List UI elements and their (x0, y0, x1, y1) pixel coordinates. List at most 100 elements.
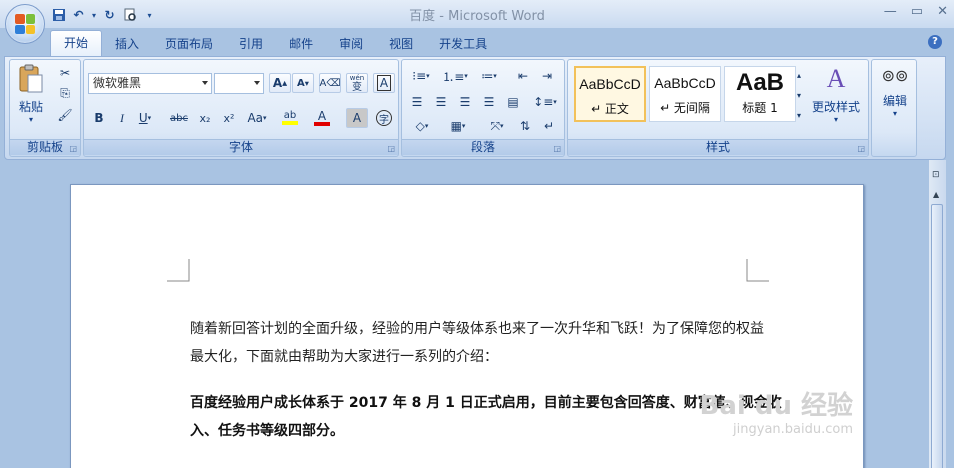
tab-view[interactable]: 视图 (376, 32, 426, 56)
shrink-font-button[interactable]: A ▾ (292, 73, 314, 93)
maximize-icon[interactable]: ▭ (911, 4, 923, 19)
align-center-icon[interactable]: ☰ (430, 92, 452, 112)
tab-references[interactable]: 引用 (226, 32, 276, 56)
font-launcher-icon[interactable]: ◲ (387, 144, 395, 153)
strikethrough-button[interactable]: abc (168, 108, 190, 128)
font-color-bar (314, 122, 330, 126)
styles-scroll-up-icon[interactable]: ▴ (792, 66, 806, 84)
align-right-icon[interactable]: ☰ (454, 92, 476, 112)
office-logo-icon (15, 14, 35, 34)
close-icon[interactable]: ✕ (937, 4, 948, 19)
line-spacing-icon[interactable]: ↕≡ ▾ (530, 92, 560, 112)
style-heading-1-name: 标题 1 (742, 101, 778, 115)
style-normal[interactable]: AaBbCcD ↵ 正文 (574, 66, 646, 122)
tab-developer[interactable]: 开发工具 (426, 32, 500, 56)
paragraph-line: 随着新回答计划的全面升级，经验的用户等级体系也来了一次升华和飞跃！为了保障您的权… (190, 321, 764, 337)
tab-mailings[interactable]: 邮件 (276, 32, 326, 56)
decrease-indent-icon[interactable]: ⇤ (512, 66, 534, 86)
redo-icon[interactable]: ↻ (101, 7, 118, 24)
style-no-spacing-sample: AaBbCcD (654, 75, 716, 91)
superscript-label: x² (223, 111, 235, 125)
underline-button[interactable]: U ▾ (134, 108, 156, 128)
style-heading-1[interactable]: AaB 标题 1 (724, 66, 796, 122)
change-case-button[interactable]: Aa ▾ (242, 108, 272, 128)
font-size-dropdown[interactable] (214, 73, 264, 94)
align-left-icon[interactable]: ☰ (406, 92, 428, 112)
scroll-thumb[interactable] (931, 204, 943, 468)
ruler-toggle-icon[interactable]: ⊡ (932, 170, 943, 182)
window-controls: — ▭ ✕ (884, 4, 948, 19)
paste-button[interactable]: 粘贴 ▾ (14, 63, 48, 124)
character-shading-button[interactable]: A (346, 108, 368, 128)
subscript-button[interactable]: x₂ (194, 108, 216, 128)
clipboard-launcher-icon[interactable]: ◲ (69, 144, 77, 153)
help-icon[interactable]: ? (928, 35, 942, 49)
format-painter-icon[interactable]: 🖌 (54, 105, 76, 125)
styles-scroll-down-icon[interactable]: ▾ (792, 86, 806, 104)
font-name-dropdown[interactable]: 微软雅黑 (88, 73, 212, 94)
customize-qat-icon[interactable]: ▾ (141, 7, 158, 24)
justify-icon[interactable]: ☰ (478, 92, 500, 112)
show-marks-icon[interactable]: ↵ (538, 116, 560, 136)
styles-launcher-icon[interactable]: ◲ (857, 144, 865, 153)
grow-font-button[interactable]: A ▴ (269, 73, 291, 93)
paragraph-line: 百度经验用户成长体系于 2017 年 8 月 1 日正式启用，目前主要包含回答度… (190, 395, 782, 411)
save-icon[interactable] (50, 7, 67, 24)
sort-icon[interactable]: ⇅ (514, 116, 536, 136)
body-paragraph-2: 百度经验用户成长体系于 2017 年 8 月 1 日正式启用，目前主要包含回答度… (190, 389, 782, 445)
copy-icon[interactable]: ⎘ (54, 83, 76, 103)
enclose-characters-button[interactable]: 字 (373, 108, 395, 128)
document-page[interactable]: 随着新回答计划的全面升级，经验的用户等级体系也来了一次升华和飞跃！为了保障您的权… (70, 184, 864, 468)
quick-access-toolbar: ↶ ▾ ↻ ▾ (50, 6, 158, 24)
print-preview-icon[interactable] (121, 7, 138, 24)
watermark-brand: Bai du 经验 (699, 391, 854, 421)
phonetic-guide-button[interactable]: wén 变 (346, 73, 368, 93)
tab-home[interactable]: 开始 (50, 30, 103, 56)
shrink-font-label: A (297, 77, 305, 89)
styles-group: AaBbCcD ↵ 正文 AaBbCcD ↵ 无间隔 AaB 标题 1 ▴ ▾ … (567, 59, 869, 157)
chinese-layout-icon[interactable]: ⤧ ▾ (482, 116, 512, 136)
editing-button[interactable]: ⊚⊚ 编辑 ▾ (876, 66, 914, 118)
clear-format-icon[interactable]: A⌫ (319, 73, 341, 93)
editing-label: 编辑 (882, 94, 907, 108)
minimize-icon[interactable]: — (884, 4, 897, 19)
change-styles-button[interactable]: A 更改样式 ▾ (808, 64, 864, 124)
ribbon-tabs: 开始 插入 页面布局 引用 邮件 审阅 视图 开发工具 (50, 30, 500, 56)
scroll-up-icon[interactable]: ▲ (933, 190, 939, 199)
undo-icon[interactable]: ↶ (70, 7, 87, 24)
style-no-spacing-name: ↵ 无间隔 (660, 101, 710, 115)
italic-button[interactable]: I (111, 108, 133, 128)
cut-icon[interactable]: ✂ (54, 63, 76, 83)
highlight-label: ab (283, 110, 297, 121)
superscript-button[interactable]: x² (218, 108, 240, 128)
font-color-button[interactable]: A (308, 108, 336, 128)
borders-icon[interactable]: ▦ ▾ (442, 116, 474, 136)
paragraph-launcher-icon[interactable]: ◲ (553, 144, 561, 153)
office-button[interactable] (5, 4, 45, 44)
phonetic-char: 变 (352, 82, 362, 93)
tab-insert[interactable]: 插入 (102, 32, 152, 56)
vertical-scrollbar[interactable]: ⊡ ▲ (929, 160, 946, 468)
change-case-label: Aa (247, 111, 264, 125)
undo-dropdown-icon[interactable]: ▾ (90, 7, 98, 24)
distributed-icon[interactable]: ▤ (502, 92, 524, 112)
strikethrough-label: abc (170, 112, 188, 124)
styles-more-icon[interactable]: ▾ (792, 106, 806, 124)
style-normal-sample: AaBbCcD (579, 76, 641, 92)
bold-button[interactable]: B (88, 108, 110, 128)
tab-page-layout[interactable]: 页面布局 (152, 32, 226, 56)
style-heading-1-sample: AaB (735, 69, 784, 96)
multilevel-list-icon[interactable]: ≔ ▾ (474, 66, 504, 86)
style-no-spacing[interactable]: AaBbCcD ↵ 无间隔 (649, 66, 721, 122)
shading-icon[interactable]: ◇ ▾ (406, 116, 438, 136)
numbering-icon[interactable]: ⒈≡ ▾ (440, 66, 470, 86)
highlight-button[interactable]: ab (276, 108, 304, 128)
bullets-icon[interactable]: ⁝≡ ▾ (406, 66, 436, 86)
increase-indent-icon[interactable]: ⇥ (536, 66, 558, 86)
margin-corner-top-right (746, 259, 769, 282)
styles-group-label: 样式 (568, 139, 868, 155)
tab-review[interactable]: 审阅 (326, 32, 376, 56)
paragraph-line: 最大化，下面就由帮助为大家进行一系列的介绍： (190, 349, 498, 365)
character-border-button[interactable]: A (373, 73, 395, 93)
highlight-color-bar (282, 121, 298, 125)
